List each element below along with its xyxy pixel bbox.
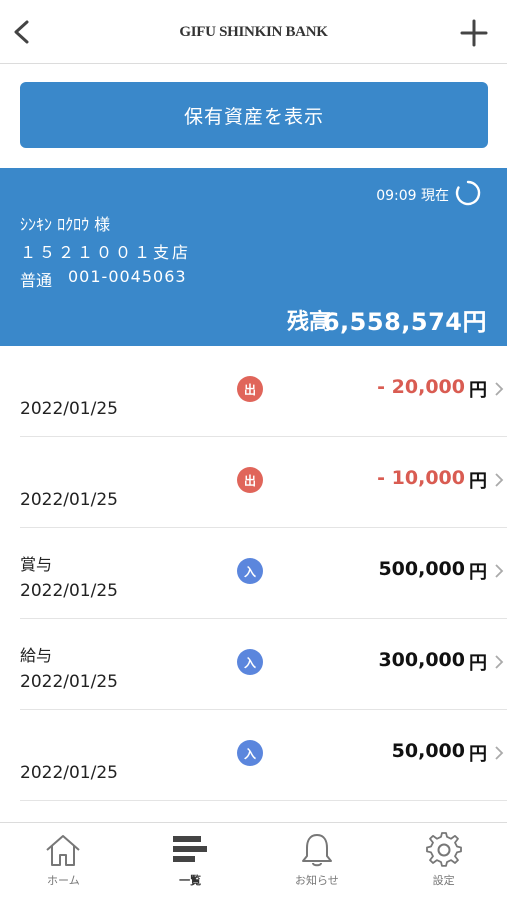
transaction-row[interactable]: 2022/01/25 出 - 20,000 円 — [20, 346, 507, 437]
account-type: 普通 — [20, 271, 53, 290]
chevron-right-icon — [495, 746, 504, 760]
gear-icon — [425, 832, 462, 867]
tab-notifications[interactable]: お知らせ — [254, 823, 381, 900]
transaction-description: 賞与 — [20, 555, 53, 574]
home-icon — [46, 835, 81, 866]
deposit-badge: 入 — [237, 649, 263, 675]
transaction-date: 2022/01/25 — [20, 399, 118, 419]
chevron-right-icon — [495, 655, 504, 669]
transaction-date: 2022/01/25 — [20, 490, 118, 510]
deposit-badge: 入 — [237, 740, 263, 766]
app-title: GIFU SHINKIN BANK — [179, 24, 328, 40]
tab-label: お知らせ — [294, 874, 339, 887]
currency-label: 円 — [469, 744, 487, 765]
plus-icon — [460, 19, 488, 47]
deposit-badge: 入 — [237, 558, 263, 584]
transaction-row[interactable]: 2022/01/25 入 50,000 円 — [20, 710, 507, 801]
refresh-button[interactable] — [454, 179, 482, 207]
show-assets-button[interactable]: 保有資産を表示 — [20, 82, 488, 148]
bottom-tab-bar: ホーム 一覧 お知らせ 設定 — [0, 822, 507, 900]
currency-label: 円 — [469, 562, 487, 583]
tab-label: 一覧 — [179, 874, 202, 887]
transaction-list: 2022/01/25 出 - 20,000 円 2022/01/25 出 - 1… — [0, 346, 507, 801]
transaction-row[interactable]: 給与 2022/01/25 入 300,000 円 — [20, 619, 507, 710]
account-number: 001-0045063 — [68, 267, 187, 286]
add-button[interactable] — [459, 18, 489, 48]
chevron-right-icon — [495, 564, 504, 578]
branch-name: １５２１００１支店 — [20, 243, 192, 262]
transaction-description: 給与 — [20, 646, 53, 665]
tab-settings[interactable]: 設定 — [380, 823, 507, 900]
tab-label: 設定 — [432, 874, 455, 887]
currency-label: 円 — [469, 653, 487, 674]
transaction-date: 2022/01/25 — [20, 672, 118, 692]
tab-list[interactable]: 一覧 — [127, 823, 254, 900]
transaction-amount: 500,000 — [378, 558, 465, 580]
chevron-right-icon — [495, 473, 504, 487]
balance-amount: 6,558,574円 — [322, 308, 487, 336]
transaction-date: 2022/01/25 — [20, 763, 118, 783]
bell-icon — [301, 834, 332, 867]
withdrawal-badge: 出 — [237, 467, 263, 493]
account-holder-name: ｼﾝｷﾝ ﾛｸﾛｳ 様 — [20, 215, 111, 234]
transaction-amount: 50,000 — [391, 740, 465, 762]
currency-label: 円 — [469, 471, 487, 492]
currency-label: 円 — [469, 380, 487, 401]
list-icon — [173, 836, 208, 862]
transaction-row[interactable]: 賞与 2022/01/25 入 500,000 円 — [20, 528, 507, 619]
chevron-right-icon — [495, 382, 504, 396]
tab-home[interactable]: ホーム — [0, 823, 127, 900]
refresh-icon — [455, 180, 481, 206]
transaction-amount: 300,000 — [378, 649, 465, 671]
account-summary-panel: 09:09 現在 ｼﾝｷﾝ ﾛｸﾛｳ 様 １５２１００１支店 普通 001-00… — [0, 168, 507, 346]
transaction-date: 2022/01/25 — [20, 581, 118, 601]
app-header: GIFU SHINKIN BANK — [0, 0, 507, 64]
tab-label: ホーム — [47, 874, 80, 887]
updated-timestamp: 09:09 現在 — [376, 188, 449, 204]
withdrawal-badge: 出 — [237, 376, 263, 402]
transaction-row[interactable]: 2022/01/25 出 - 10,000 円 — [20, 437, 507, 528]
transaction-amount: - 10,000 — [377, 467, 465, 489]
transaction-amount: - 20,000 — [377, 376, 465, 398]
